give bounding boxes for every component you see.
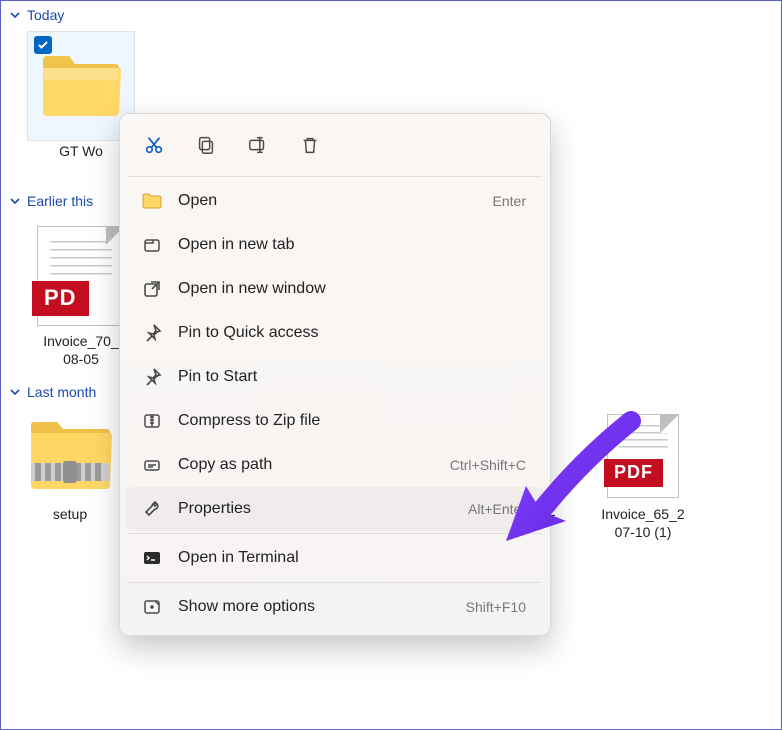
ctx-label: Show more options xyxy=(178,598,452,616)
ctx-pin-start[interactable]: Pin to Start xyxy=(126,355,544,399)
ctx-open[interactable]: Open Enter xyxy=(126,179,544,223)
zip-folder-icon xyxy=(27,419,113,493)
file-item-label: Invoice_65_2 07-10 (1) xyxy=(578,506,708,541)
copy-path-icon xyxy=(140,453,164,477)
pdf-badge: PD xyxy=(32,281,89,316)
group-earlier-week-label: Earlier this xyxy=(27,193,93,209)
ctx-show-more-options[interactable]: Show more options Shift+F10 xyxy=(126,585,544,629)
group-last-month-label: Last month xyxy=(27,384,96,400)
selection-check-icon xyxy=(34,36,52,54)
ctx-label: Properties xyxy=(178,500,454,518)
delete-button[interactable] xyxy=(290,126,330,164)
context-menu-toolbar xyxy=(120,120,550,174)
pin-icon xyxy=(140,365,164,389)
group-today-header[interactable]: Today xyxy=(1,1,781,27)
ctx-shortcut: Enter xyxy=(493,193,526,209)
ctx-shortcut: Alt+Enter xyxy=(468,501,526,517)
ctx-label: Open in Terminal xyxy=(178,549,526,567)
ctx-compress-zip[interactable]: Compress to Zip file xyxy=(126,399,544,443)
ctx-open-new-tab[interactable]: Open in new tab xyxy=(126,223,544,267)
rename-button[interactable] xyxy=(238,126,278,164)
file-item-invoice65[interactable]: PDF Invoice_65_2 07-10 (1) xyxy=(589,408,697,541)
more-options-icon xyxy=(140,595,164,619)
cut-button[interactable] xyxy=(134,126,174,164)
ctx-shortcut: Ctrl+Shift+C xyxy=(450,457,526,473)
ctx-label: Copy as path xyxy=(178,456,436,474)
terminal-icon xyxy=(140,546,164,570)
ctx-label: Open in new tab xyxy=(178,236,526,254)
properties-icon xyxy=(140,497,164,521)
ctx-label: Open xyxy=(178,192,479,210)
copy-button[interactable] xyxy=(186,126,226,164)
ctx-label: Open in new window xyxy=(178,280,526,298)
pdf-badge: PDF xyxy=(604,459,663,487)
zip-icon xyxy=(140,409,164,433)
pin-icon xyxy=(140,321,164,345)
ctx-shortcut: Shift+F10 xyxy=(466,599,526,615)
tab-icon xyxy=(140,233,164,257)
group-today-label: Today xyxy=(27,7,64,23)
context-menu: Open Enter Open in new tab Open in new w… xyxy=(119,113,551,636)
file-item-setup-zip[interactable]: setup xyxy=(15,408,125,541)
ctx-open-new-window[interactable]: Open in new window xyxy=(126,267,544,311)
chevron-down-icon xyxy=(9,9,21,21)
ctx-label: Compress to Zip file xyxy=(178,412,526,430)
new-window-icon xyxy=(140,277,164,301)
file-item-label: setup xyxy=(5,506,135,540)
ctx-properties[interactable]: Properties Alt+Enter xyxy=(126,487,544,531)
chevron-down-icon xyxy=(9,386,21,398)
ctx-copy-as-path[interactable]: Copy as path Ctrl+Shift+C xyxy=(126,443,544,487)
ctx-pin-quick-access[interactable]: Pin to Quick access xyxy=(126,311,544,355)
ctx-label: Pin to Start xyxy=(178,368,526,386)
ctx-label: Pin to Quick access xyxy=(178,324,526,342)
folder-small-icon xyxy=(140,189,164,213)
folder-icon xyxy=(39,52,123,120)
ctx-open-terminal[interactable]: Open in Terminal xyxy=(126,536,544,580)
chevron-down-icon xyxy=(9,195,21,207)
